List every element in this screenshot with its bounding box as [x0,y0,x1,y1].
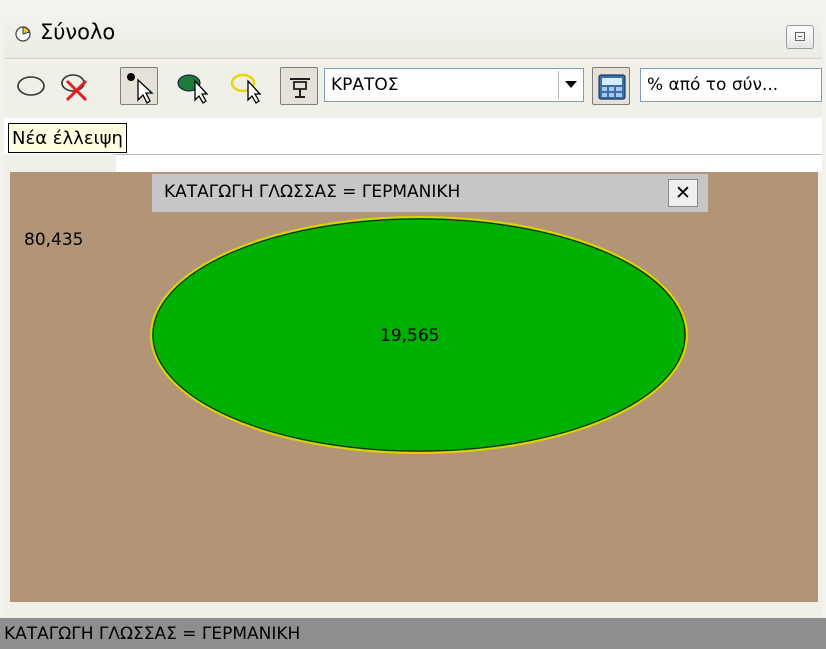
close-set-button[interactable]: ✕ [668,179,698,207]
variable-select-value: ΚΡΑΤΟΣ [331,75,399,95]
status-text: ΚΑΤΑΓΩΓΗ ΓΛΩΣΣΑΣ = ΓΕΡΜΑΝΙΚΗ [4,624,301,644]
inside-value: 19,565 [380,326,440,346]
measure-select-value: % από το σύν... [647,75,779,95]
outside-value: 80,435 [24,230,84,250]
venn-canvas[interactable]: ΚΑΤΑΓΩΓΗ ΓΛΩΣΣΑΣ = ΓΕΡΜΑΝΙΚΗ ✕ 80,435 19… [10,172,818,602]
toolbar-row-2: Νέα έλλειψη [4,118,822,172]
new-ellipse-button[interactable] [12,67,50,105]
delete-ellipse-icon [61,74,88,102]
calculator-icon [598,74,626,100]
set-label-header[interactable]: ΚΑΤΑΓΩΓΗ ΓΛΩΣΣΑΣ = ΓΕΡΜΑΝΙΚΗ ✕ [152,174,708,212]
set-label-text: ΚΑΤΑΓΩΓΗ ΓΛΩΣΣΑΣ = ΓΕΡΜΑΝΙΚΗ [164,182,461,202]
title-bar: Σύνολο [4,8,822,59]
window-title: Σύνολο [40,20,116,44]
close-icon: ✕ [675,182,691,204]
filter-button[interactable] [280,67,318,105]
measure-select[interactable]: % από το σύν... [640,68,822,102]
restore-button[interactable] [786,25,814,49]
chevron-down-icon [565,81,577,88]
restore-icon [795,32,805,41]
variable-select[interactable]: ΚΡΑΤΟΣ [324,68,584,102]
filter-icon [290,78,310,98]
highlight-select-button[interactable] [228,67,266,105]
fill-select-button[interactable] [174,67,212,105]
fill-select-icon [177,74,209,104]
pointer-select-button[interactable] [120,67,158,105]
calculator-button[interactable] [592,67,630,105]
ellipse-icon [17,76,45,96]
status-bar: ΚΑΤΑΓΩΓΗ ΓΛΩΣΣΑΣ = ΓΕΡΜΑΝΙΚΗ [0,618,826,649]
pointer-select-icon [127,73,154,104]
app-window: Σύνολο ΚΡΑΤΟΣ % από το σύν... Νέα έλλειψ… [0,0,826,649]
pie-chart-icon [15,26,31,42]
delete-ellipse-button[interactable] [56,67,94,105]
tooltip: Νέα έλλειψη [8,123,127,153]
toolbar: ΚΡΑΤΟΣ % από το σύν... [4,62,822,116]
highlight-select-icon [230,73,262,104]
